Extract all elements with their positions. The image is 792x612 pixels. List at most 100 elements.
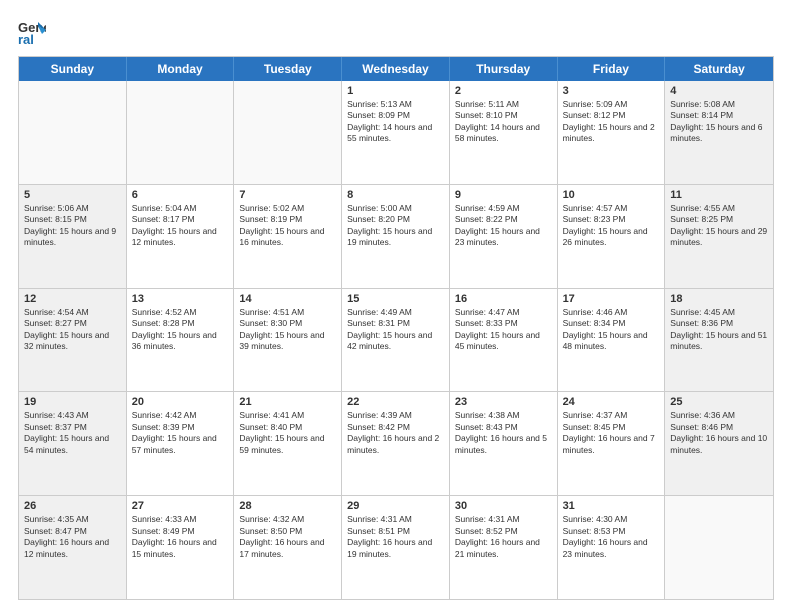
cell-info: Sunrise: 4:45 AM Sunset: 8:36 PM Dayligh… <box>670 307 768 353</box>
calendar-cell: 19 Sunrise: 4:43 AM Sunset: 8:37 PM Dayli… <box>19 392 127 495</box>
cell-info: Sunrise: 4:33 AM Sunset: 8:49 PM Dayligh… <box>132 514 229 560</box>
calendar-cell: 21Sunrise: 4:41 AM Sunset: 8:40 PM Dayli… <box>234 392 342 495</box>
day-number: 2 <box>455 85 552 97</box>
calendar: SundayMondayTuesdayWednesdayThursdayFrid… <box>18 56 774 600</box>
calendar-week-4: 19 Sunrise: 4:43 AM Sunset: 8:37 PM Dayli… <box>19 391 773 495</box>
calendar-cell: 2 Sunrise: 5:11 AM Sunset: 8:10 PM Daylig… <box>450 81 558 184</box>
day-number: 7 <box>239 189 336 201</box>
calendar-header: SundayMondayTuesdayWednesdayThursdayFrid… <box>19 57 773 81</box>
calendar-cell: 28Sunrise: 4:32 AM Sunset: 8:50 PM Dayli… <box>234 496 342 599</box>
calendar-body: 1Sunrise: 5:13 AM Sunset: 8:09 PM Daylig… <box>19 81 773 599</box>
day-number: 17 <box>563 293 660 305</box>
calendar-cell: 6Sunrise: 5:04 AM Sunset: 8:17 PM Daylig… <box>127 185 235 288</box>
day-number: 14 <box>239 293 336 305</box>
cell-info: Sunrise: 4:30 AM Sunset: 8:53 PM Dayligh… <box>563 514 660 560</box>
calendar-cell <box>19 81 127 184</box>
calendar-cell: 26 Sunrise: 4:35 AM Sunset: 8:47 PM Dayli… <box>19 496 127 599</box>
cell-info: Sunrise: 5:08 AM Sunset: 8:14 PM Dayligh… <box>670 99 768 145</box>
day-number: 4 <box>670 85 768 97</box>
day-number: 29 <box>347 500 444 512</box>
calendar-cell: 11 Sunrise: 4:55 AM Sunset: 8:25 PM Dayli… <box>665 185 773 288</box>
svg-text:ral: ral <box>18 32 34 46</box>
calendar-cell: 16Sunrise: 4:47 AM Sunset: 8:33 PM Dayli… <box>450 289 558 392</box>
cell-info: Sunrise: 5:02 AM Sunset: 8:19 PM Dayligh… <box>239 203 336 249</box>
calendar-week-5: 26 Sunrise: 4:35 AM Sunset: 8:47 PM Dayli… <box>19 495 773 599</box>
day-number: 22 <box>347 396 444 408</box>
cell-info: Sunrise: 4:55 AM Sunset: 8:25 PM Dayligh… <box>670 203 768 249</box>
day-number: 11 <box>670 189 768 201</box>
calendar-cell: 1Sunrise: 5:13 AM Sunset: 8:09 PM Daylig… <box>342 81 450 184</box>
calendar-cell: 10 Sunrise: 4:57 AM Sunset: 8:23 PM Dayli… <box>558 185 666 288</box>
logo: Gene ral <box>18 18 50 46</box>
calendar-cell: 25 Sunrise: 4:36 AM Sunset: 8:46 PM Dayli… <box>665 392 773 495</box>
cell-info: Sunrise: 5:11 AM Sunset: 8:10 PM Dayligh… <box>455 99 552 145</box>
day-number: 1 <box>347 85 444 97</box>
cell-info: Sunrise: 4:47 AM Sunset: 8:33 PM Dayligh… <box>455 307 552 353</box>
day-number: 15 <box>347 293 444 305</box>
calendar-cell: 15 Sunrise: 4:49 AM Sunset: 8:31 PM Dayli… <box>342 289 450 392</box>
day-number: 31 <box>563 500 660 512</box>
cell-info: Sunrise: 4:31 AM Sunset: 8:51 PM Dayligh… <box>347 514 444 560</box>
day-number: 12 <box>24 293 121 305</box>
day-number: 18 <box>670 293 768 305</box>
cell-info: Sunrise: 5:00 AM Sunset: 8:20 PM Dayligh… <box>347 203 444 249</box>
page: Gene ral SundayMondayTuesdayWednesdayThu… <box>0 0 792 612</box>
header-day-saturday: Saturday <box>665 57 773 81</box>
cell-info: Sunrise: 4:49 AM Sunset: 8:31 PM Dayligh… <box>347 307 444 353</box>
cell-info: Sunrise: 4:39 AM Sunset: 8:42 PM Dayligh… <box>347 410 444 456</box>
calendar-cell: 30Sunrise: 4:31 AM Sunset: 8:52 PM Dayli… <box>450 496 558 599</box>
header-day-tuesday: Tuesday <box>234 57 342 81</box>
calendar-cell <box>234 81 342 184</box>
cell-info: Sunrise: 4:52 AM Sunset: 8:28 PM Dayligh… <box>132 307 229 353</box>
header-day-thursday: Thursday <box>450 57 558 81</box>
calendar-cell: 18 Sunrise: 4:45 AM Sunset: 8:36 PM Dayli… <box>665 289 773 392</box>
day-number: 21 <box>239 396 336 408</box>
day-number: 26 <box>24 500 121 512</box>
calendar-cell <box>127 81 235 184</box>
header-day-wednesday: Wednesday <box>342 57 450 81</box>
cell-info: Sunrise: 5:04 AM Sunset: 8:17 PM Dayligh… <box>132 203 229 249</box>
cell-info: Sunrise: 4:37 AM Sunset: 8:45 PM Dayligh… <box>563 410 660 456</box>
cell-info: Sunrise: 5:09 AM Sunset: 8:12 PM Dayligh… <box>563 99 660 145</box>
calendar-week-1: 1Sunrise: 5:13 AM Sunset: 8:09 PM Daylig… <box>19 81 773 184</box>
cell-info: Sunrise: 4:38 AM Sunset: 8:43 PM Dayligh… <box>455 410 552 456</box>
calendar-cell: 4 Sunrise: 5:08 AM Sunset: 8:14 PM Daylig… <box>665 81 773 184</box>
calendar-cell: 23Sunrise: 4:38 AM Sunset: 8:43 PM Dayli… <box>450 392 558 495</box>
calendar-cell: 8 Sunrise: 5:00 AM Sunset: 8:20 PM Daylig… <box>342 185 450 288</box>
day-number: 10 <box>563 189 660 201</box>
calendar-cell: 22 Sunrise: 4:39 AM Sunset: 8:42 PM Dayli… <box>342 392 450 495</box>
cell-info: Sunrise: 4:57 AM Sunset: 8:23 PM Dayligh… <box>563 203 660 249</box>
header: Gene ral <box>18 18 774 46</box>
calendar-cell: 13Sunrise: 4:52 AM Sunset: 8:28 PM Dayli… <box>127 289 235 392</box>
day-number: 24 <box>563 396 660 408</box>
calendar-cell: 7 Sunrise: 5:02 AM Sunset: 8:19 PM Daylig… <box>234 185 342 288</box>
cell-info: Sunrise: 4:43 AM Sunset: 8:37 PM Dayligh… <box>24 410 121 456</box>
header-day-friday: Friday <box>558 57 666 81</box>
calendar-cell: 3 Sunrise: 5:09 AM Sunset: 8:12 PM Daylig… <box>558 81 666 184</box>
cell-info: Sunrise: 4:36 AM Sunset: 8:46 PM Dayligh… <box>670 410 768 456</box>
day-number: 19 <box>24 396 121 408</box>
calendar-cell: 27Sunrise: 4:33 AM Sunset: 8:49 PM Dayli… <box>127 496 235 599</box>
cell-info: Sunrise: 4:51 AM Sunset: 8:30 PM Dayligh… <box>239 307 336 353</box>
cell-info: Sunrise: 4:35 AM Sunset: 8:47 PM Dayligh… <box>24 514 121 560</box>
calendar-cell: 5 Sunrise: 5:06 AM Sunset: 8:15 PM Daylig… <box>19 185 127 288</box>
calendar-cell: 9 Sunrise: 4:59 AM Sunset: 8:22 PM Daylig… <box>450 185 558 288</box>
cell-info: Sunrise: 4:31 AM Sunset: 8:52 PM Dayligh… <box>455 514 552 560</box>
cell-info: Sunrise: 5:06 AM Sunset: 8:15 PM Dayligh… <box>24 203 121 249</box>
calendar-cell: 20 Sunrise: 4:42 AM Sunset: 8:39 PM Dayli… <box>127 392 235 495</box>
cell-info: Sunrise: 4:59 AM Sunset: 8:22 PM Dayligh… <box>455 203 552 249</box>
day-number: 5 <box>24 189 121 201</box>
logo-icon: Gene ral <box>18 18 46 46</box>
calendar-cell <box>665 496 773 599</box>
day-number: 3 <box>563 85 660 97</box>
calendar-cell: 17Sunrise: 4:46 AM Sunset: 8:34 PM Dayli… <box>558 289 666 392</box>
day-number: 8 <box>347 189 444 201</box>
cell-info: Sunrise: 4:54 AM Sunset: 8:27 PM Dayligh… <box>24 307 121 353</box>
calendar-week-2: 5 Sunrise: 5:06 AM Sunset: 8:15 PM Daylig… <box>19 184 773 288</box>
cell-info: Sunrise: 4:42 AM Sunset: 8:39 PM Dayligh… <box>132 410 229 456</box>
day-number: 25 <box>670 396 768 408</box>
calendar-week-3: 12 Sunrise: 4:54 AM Sunset: 8:27 PM Dayli… <box>19 288 773 392</box>
calendar-cell: 12 Sunrise: 4:54 AM Sunset: 8:27 PM Dayli… <box>19 289 127 392</box>
day-number: 20 <box>132 396 229 408</box>
day-number: 9 <box>455 189 552 201</box>
